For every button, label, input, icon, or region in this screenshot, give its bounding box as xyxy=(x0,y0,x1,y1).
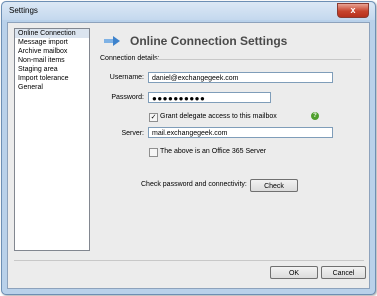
server-label: Server: xyxy=(121,130,144,137)
nav-item-general[interactable]: General xyxy=(15,83,89,92)
check-connectivity-label: Check password and connectivity: xyxy=(141,181,247,188)
office365-label: The above is an Office 365 Server xyxy=(160,148,267,155)
help-icon[interactable]: ? xyxy=(311,112,319,120)
nav-item-online-connection[interactable]: Online Connection xyxy=(15,29,89,38)
username-label: Username: xyxy=(109,74,144,81)
close-button[interactable]: x xyxy=(337,3,369,18)
dialog-body: Online Connection Message import Archive… xyxy=(7,22,370,289)
window-title: Settings xyxy=(9,6,38,15)
cancel-button[interactable]: Cancel xyxy=(321,266,366,279)
title-bar[interactable]: Settings x xyxy=(2,2,375,20)
section-divider xyxy=(155,59,361,60)
nav-item-staging-area[interactable]: Staging area xyxy=(15,65,89,74)
delegate-access-label: Grant delegate access to this mailbox xyxy=(160,113,277,120)
nav-item-archive-mailbox[interactable]: Archive mailbox xyxy=(15,47,89,56)
page-title: Online Connection Settings xyxy=(130,34,288,48)
nav-item-message-import[interactable]: Message import xyxy=(15,38,89,47)
check-button[interactable]: Check xyxy=(250,179,298,192)
footer-divider xyxy=(14,260,364,261)
nav-item-non-mail-items[interactable]: Non-mail items xyxy=(15,56,89,65)
office365-checkbox[interactable] xyxy=(149,148,158,157)
username-field[interactable]: daniel@exchangegeek.com xyxy=(148,72,333,83)
nav-item-import-tolerance[interactable]: Import tolerance xyxy=(15,74,89,83)
password-field[interactable]: ●●●●●●●●●● xyxy=(148,92,271,103)
delegate-access-checkbox[interactable]: ✓ xyxy=(149,113,158,122)
settings-window: Settings x Online Connection Message imp… xyxy=(1,1,376,295)
ok-button[interactable]: OK xyxy=(270,266,318,279)
connection-arrow-icon xyxy=(104,36,120,46)
server-field[interactable]: mail.exchangegeek.com xyxy=(148,127,333,138)
password-label: Password: xyxy=(111,94,144,101)
connection-details-label: Connection details: xyxy=(100,55,160,62)
settings-nav-list[interactable]: Online Connection Message import Archive… xyxy=(14,28,90,251)
